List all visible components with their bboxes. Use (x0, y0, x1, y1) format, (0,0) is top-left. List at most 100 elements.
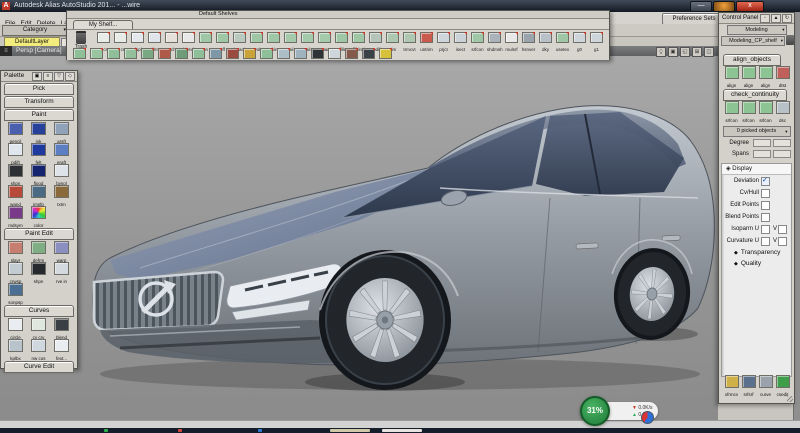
viewport-grip-icon[interactable]: ≡ (0, 46, 12, 56)
palette-tool[interactable]: pdift (4, 143, 27, 164)
palette-tab-paint[interactable]: Paint (4, 109, 74, 121)
shelf-tool[interactable]: trmcvt (401, 30, 418, 53)
net-speed-overlay[interactable]: ▼ 0.0K/s ▲ 0.0K/s 31% (580, 396, 690, 428)
palette-tool[interactable]: mdsym (4, 206, 27, 227)
cp-tool[interactable]: srfcon (723, 101, 740, 123)
shelf-tool[interactable]: mulsrf (503, 30, 520, 53)
taskbar-window-button[interactable] (330, 429, 370, 432)
cp-refresh-icon[interactable]: ↻ (782, 14, 792, 23)
cp-tool[interactable]: csedit (774, 375, 791, 397)
palette-tool[interactable]: crwsp (4, 262, 27, 283)
quality-section[interactable]: Quality (722, 258, 791, 269)
palette-tool[interactable]: eraft (50, 143, 73, 164)
display-option-checkbox[interactable] (761, 237, 770, 246)
palette-tool[interactable]: defrm (27, 241, 50, 262)
display-option-v-checkbox[interactable] (778, 225, 787, 234)
palette-tool[interactable]: shpn (4, 164, 27, 185)
shelf-tool[interactable]: untrim (418, 30, 435, 53)
lightbulb-icon[interactable]: ⍜ (656, 47, 666, 57)
shelf-tool[interactable] (122, 46, 139, 64)
cp-tool[interactable]: curve (757, 375, 774, 397)
palette-tool[interactable]: cv crv (27, 318, 50, 339)
taskbar-app-icon[interactable] (258, 429, 262, 432)
palette-menu-icon[interactable]: ≡ (43, 72, 53, 81)
palette-tool[interactable]: sonpsp (4, 283, 27, 304)
pane-icon[interactable]: ▣ (668, 47, 678, 57)
palette-tool[interactable]: blend (50, 318, 73, 339)
shelf-tool[interactable] (258, 46, 275, 64)
degree-u-field[interactable] (753, 139, 771, 147)
shelf-tool[interactable]: isect (452, 30, 469, 53)
shelf-tool[interactable] (224, 46, 241, 64)
cp-tool[interactable]: align (740, 66, 757, 88)
shelf-tool[interactable] (173, 46, 190, 64)
picked-objects-dropdown[interactable]: 0 picked objects▾ (723, 126, 791, 137)
palette-window[interactable]: Palette ▣ ≡ ▽ ◇ Pick Transform Paint pen… (0, 70, 78, 369)
palette-close-icon[interactable]: ◇ (65, 72, 75, 81)
windows-taskbar[interactable] (0, 428, 800, 433)
palette-collapse-icon[interactable]: ▽ (54, 72, 64, 81)
display-option-checkbox[interactable] (761, 225, 770, 234)
close-button[interactable]: x (736, 1, 764, 12)
control-panel-title-bar[interactable]: Control Panel ▫ ▲ ↻ (719, 13, 794, 24)
shelf-tool[interactable]: srfcon (469, 30, 486, 53)
cp-shelf-dropdown[interactable]: Modeling_CP_shelf▾ (721, 36, 785, 46)
shelf-tool[interactable]: usetex (554, 30, 571, 53)
taskbar-app-icon[interactable] (104, 429, 108, 432)
palette-title-bar[interactable]: Palette ▣ ≡ ▽ ◇ (1, 71, 77, 82)
shelf-tool[interactable] (105, 46, 122, 64)
palette-tool[interactable]: txtm (50, 185, 73, 206)
display-option-checkbox[interactable] (761, 213, 770, 222)
palette-tool[interactable]: pencil (4, 122, 27, 143)
palette-tool[interactable]: circle (4, 318, 27, 339)
palette-tool[interactable]: wand (4, 185, 27, 206)
display-option-checkbox[interactable] (761, 177, 770, 186)
palette-tool[interactable]: nw cos (27, 339, 50, 360)
shelf-tool[interactable]: shdmsh (486, 30, 503, 53)
shelf-tool[interactable] (343, 46, 360, 64)
degree-v-field[interactable] (773, 139, 791, 147)
default-shelves-window[interactable]: Default Shelves My Shelf... Trash cv crv… (66, 10, 610, 60)
palette-tab-curves[interactable]: Curves (4, 305, 74, 317)
shelf-tool[interactable] (292, 46, 309, 64)
display-option-v-checkbox[interactable] (778, 237, 787, 246)
spans-v-field[interactable] (773, 150, 791, 158)
tab-check-continuity[interactable]: check_continuity (723, 89, 787, 101)
palette-tool[interactable]: shpn (27, 262, 50, 283)
shelf-tool[interactable] (377, 46, 394, 64)
cp-tool[interactable]: srfsrf (740, 375, 757, 397)
palette-tool[interactable]: rve in (50, 262, 73, 283)
shelf-tool[interactable] (88, 46, 105, 64)
shelf-tool[interactable] (275, 46, 292, 64)
cp-collapse-icon[interactable]: ▲ (771, 14, 781, 23)
palette-tool[interactable]: color (27, 206, 50, 227)
display-header[interactable]: ◈ Display (722, 164, 791, 175)
shelf-tool[interactable] (139, 46, 156, 64)
tile-icon[interactable]: ⊞ (692, 47, 702, 57)
cp-tool[interactable]: xfrmcv (723, 375, 740, 397)
palette-tool[interactable]: fext... (50, 339, 73, 360)
spans-u-field[interactable] (753, 150, 771, 158)
shelf-tool[interactable] (309, 46, 326, 64)
maximize-button[interactable] (713, 1, 735, 12)
palette-tab-pick[interactable]: Pick (4, 83, 74, 95)
palette-tab-transform[interactable]: Transform (4, 96, 74, 108)
display-option-checkbox[interactable] (761, 201, 770, 210)
shelf-tool[interactable] (190, 46, 207, 64)
resize-grip[interactable] (787, 396, 793, 402)
display-option-checkbox[interactable] (761, 189, 770, 198)
shelf-tool[interactable] (71, 46, 88, 64)
cp-trash-icon[interactable] (786, 35, 794, 45)
cp-tool[interactable]: align (757, 66, 774, 88)
palette-tool[interactable]: bysol (50, 164, 73, 185)
shelves-title[interactable]: Default Shelves (67, 11, 609, 19)
palette-tool[interactable]: warp (50, 241, 73, 262)
shelf-tool[interactable]: prjct (435, 30, 452, 53)
shelf-tool[interactable] (241, 46, 258, 64)
cp-tool[interactable]: srfcon (740, 101, 757, 123)
palette-pin-icon[interactable]: ▣ (32, 72, 42, 81)
palette-tool[interactable]: ink (27, 122, 50, 143)
net-app-icon[interactable] (641, 411, 654, 424)
shelf-tool[interactable] (326, 46, 343, 64)
shelf-tool[interactable] (207, 46, 224, 64)
